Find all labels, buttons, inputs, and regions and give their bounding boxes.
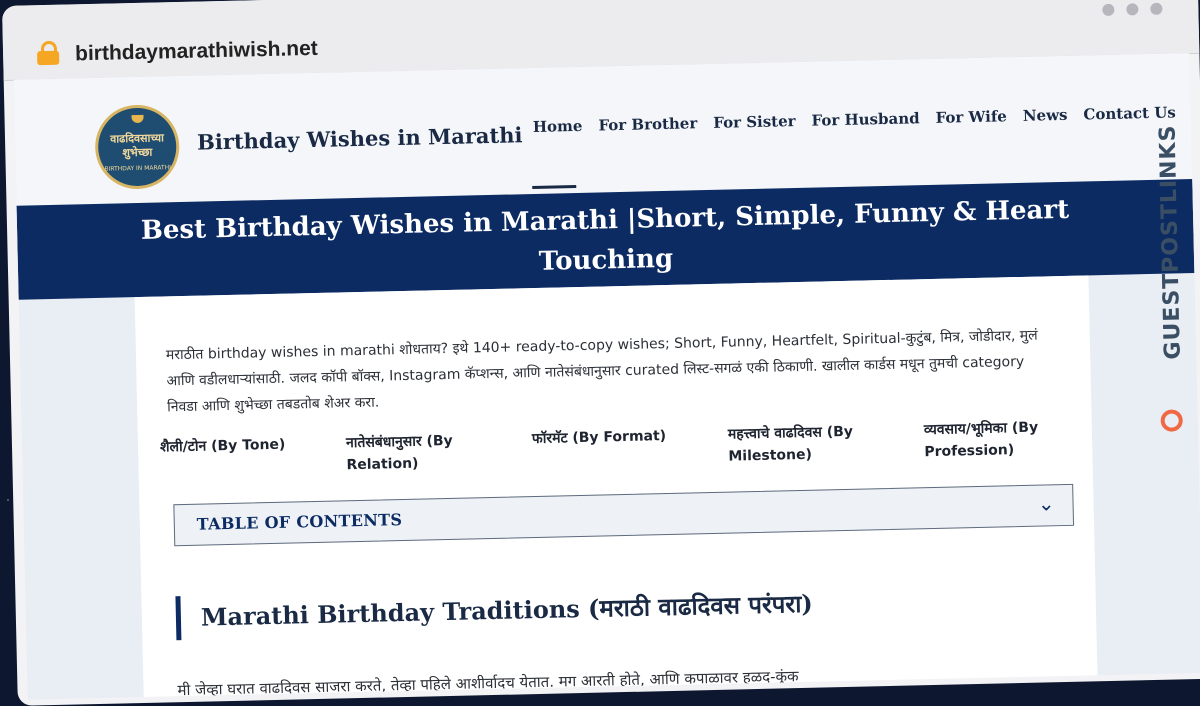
nav-for-sister[interactable]: For Sister (713, 112, 796, 132)
page-viewport: वाढदिवसाच्या शुभेच्छा BIRTHDAY IN MARATH… (13, 53, 1200, 700)
table-of-contents[interactable]: TABLE OF CONTENTS ⌄ (173, 483, 1075, 547)
intro-paragraph: मराठीत birthday wishes in marathi शोधताय… (165, 327, 1038, 416)
category-by-tone[interactable]: शैली/टोन (By Tone) (160, 433, 311, 480)
section-paragraph: मी जेव्हा घरात वाढदिवस साजरा करते, तेव्ह… (177, 667, 799, 700)
link-icon (1160, 409, 1183, 432)
window-controls (1090, 0, 1163, 20)
main-nav: Home For Brother For Sister For Husband … (533, 103, 1176, 136)
site-title[interactable]: Birthday Wishes in Marathi (197, 122, 523, 154)
toc-title: TABLE OF CONTENTS (196, 510, 403, 534)
window-dot-icon[interactable] (1150, 2, 1163, 15)
category-by-profession[interactable]: व्यवसाय/भूमिका (By Profession) (924, 415, 1095, 463)
section-heading: Marathi Birthday Traditions (मराठी वाढदि… (200, 588, 814, 632)
chevron-down-icon[interactable]: ⌄ (1038, 491, 1055, 515)
nav-for-husband[interactable]: For Husband (811, 109, 919, 129)
category-by-format[interactable]: फॉरमॅट (By Format) (532, 424, 693, 472)
watermark-text: GUESTPOSTLINKS (1155, 124, 1186, 360)
category-by-milestone[interactable]: महत्त्वाचे वाढदिवस (By Milestone) (728, 420, 889, 468)
browser-window: birthdaymarathiwish.net वाढदिवसाच्या शुभ… (2, 0, 1200, 706)
logo-subtext: BIRTHDAY IN MARATHI (104, 164, 172, 173)
nav-active-indicator (532, 185, 577, 190)
logo-text: वाढदिवसाच्या शुभेच्छा (109, 131, 165, 160)
nav-home[interactable]: Home (533, 117, 583, 136)
nav-news[interactable]: News (1023, 106, 1068, 125)
lock-icon (37, 50, 60, 66)
section-heading-block: Marathi Birthday Traditions (मराठी वाढदि… (175, 581, 814, 641)
diya-icon (131, 114, 144, 124)
window-dot-icon[interactable] (1102, 3, 1115, 17)
category-by-relation[interactable]: नातेसंबंधानुसार (By Relation) (346, 429, 497, 476)
category-links: शैली/टोन (By Tone) नातेसंबंधानुसार (By R… (160, 415, 1095, 480)
address-bar-url[interactable]: birthdaymarathiwish.net (75, 37, 318, 67)
watermark: GUESTPOSTLINKS (1147, 109, 1194, 432)
site-logo[interactable]: वाढदिवसाच्या शुभेच्छा BIRTHDAY IN MARATH… (94, 104, 181, 190)
content-card: मराठीत birthday wishes in marathi शोधताय… (134, 275, 1098, 700)
nav-for-brother[interactable]: For Brother (598, 114, 697, 134)
nav-for-wife[interactable]: For Wife (935, 107, 1007, 127)
window-dot-icon[interactable] (1126, 3, 1139, 16)
